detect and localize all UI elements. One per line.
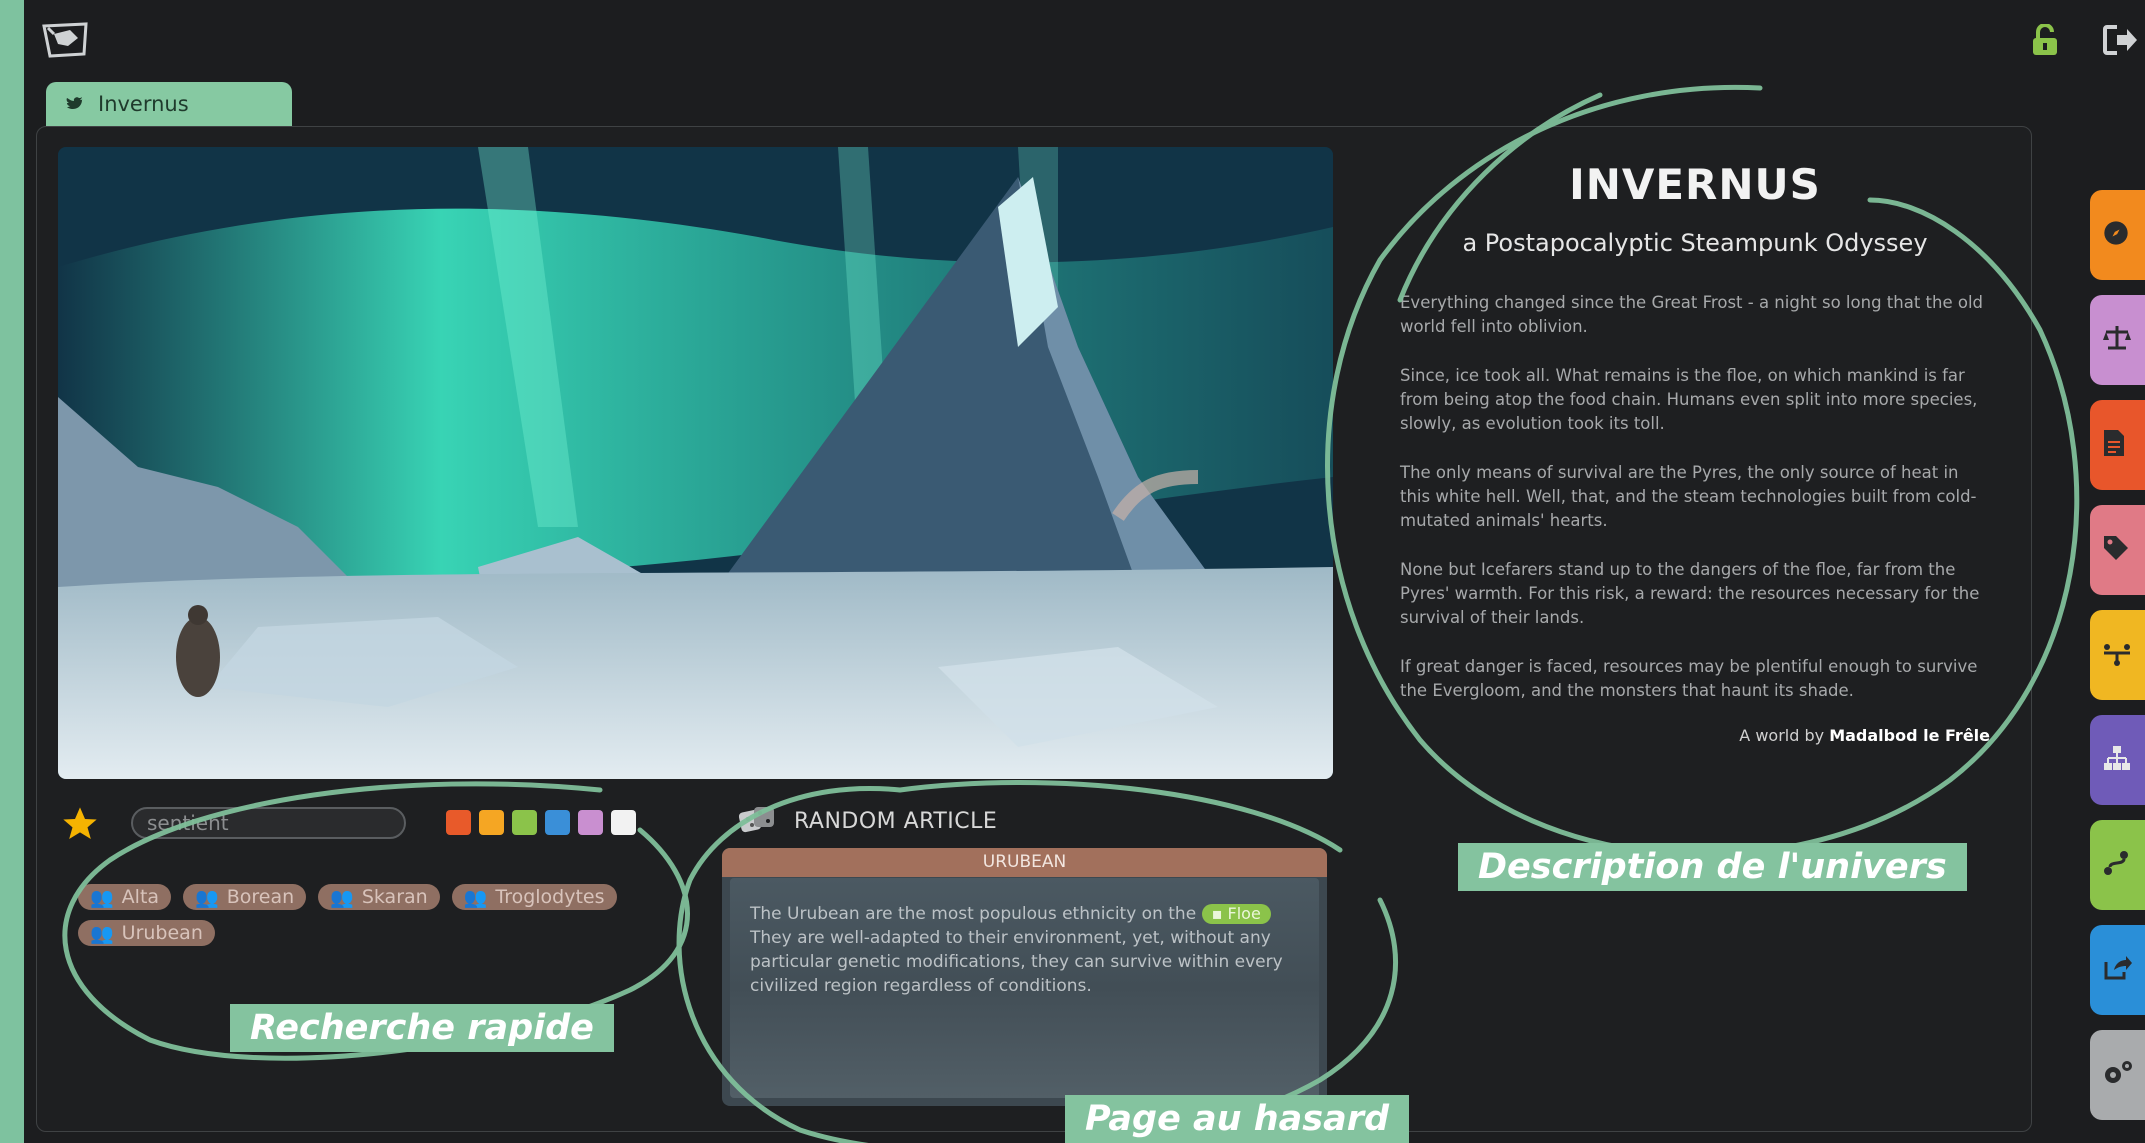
- sidebar-scales-button[interactable]: [2090, 295, 2145, 385]
- settings-icon: [2102, 1059, 2134, 1091]
- sidebar-hierarchy-button[interactable]: [2090, 715, 2145, 805]
- sidebar-connections-button[interactable]: [2090, 610, 2145, 700]
- annotation-random-page: Page au hasard: [1065, 1095, 1410, 1143]
- share-icon: [2102, 954, 2132, 986]
- annotation-overlay: [62, 84, 2080, 1143]
- sidebar-document-button[interactable]: [2090, 400, 2145, 490]
- sidebar-settings-button[interactable]: [2090, 1030, 2145, 1120]
- sidebar-share-button[interactable]: [2090, 925, 2145, 1015]
- compass-icon: [2102, 219, 2130, 251]
- right-sidebar: [2090, 190, 2145, 1120]
- scales-icon: [2102, 324, 2132, 356]
- route-icon: [2102, 849, 2132, 881]
- hierarchy-icon: [2102, 744, 2132, 776]
- connections-icon: [2102, 639, 2132, 671]
- annotation-universe-description: Description de l'univers: [1458, 843, 1967, 891]
- document-icon: [2102, 428, 2126, 462]
- tag-icon: [2102, 534, 2130, 566]
- sidebar-route-button[interactable]: [2090, 820, 2145, 910]
- sidebar-compass-button[interactable]: [2090, 190, 2145, 280]
- annotation-quick-search: Recherche rapide: [230, 1004, 614, 1052]
- sidebar-tags-button[interactable]: [2090, 505, 2145, 595]
